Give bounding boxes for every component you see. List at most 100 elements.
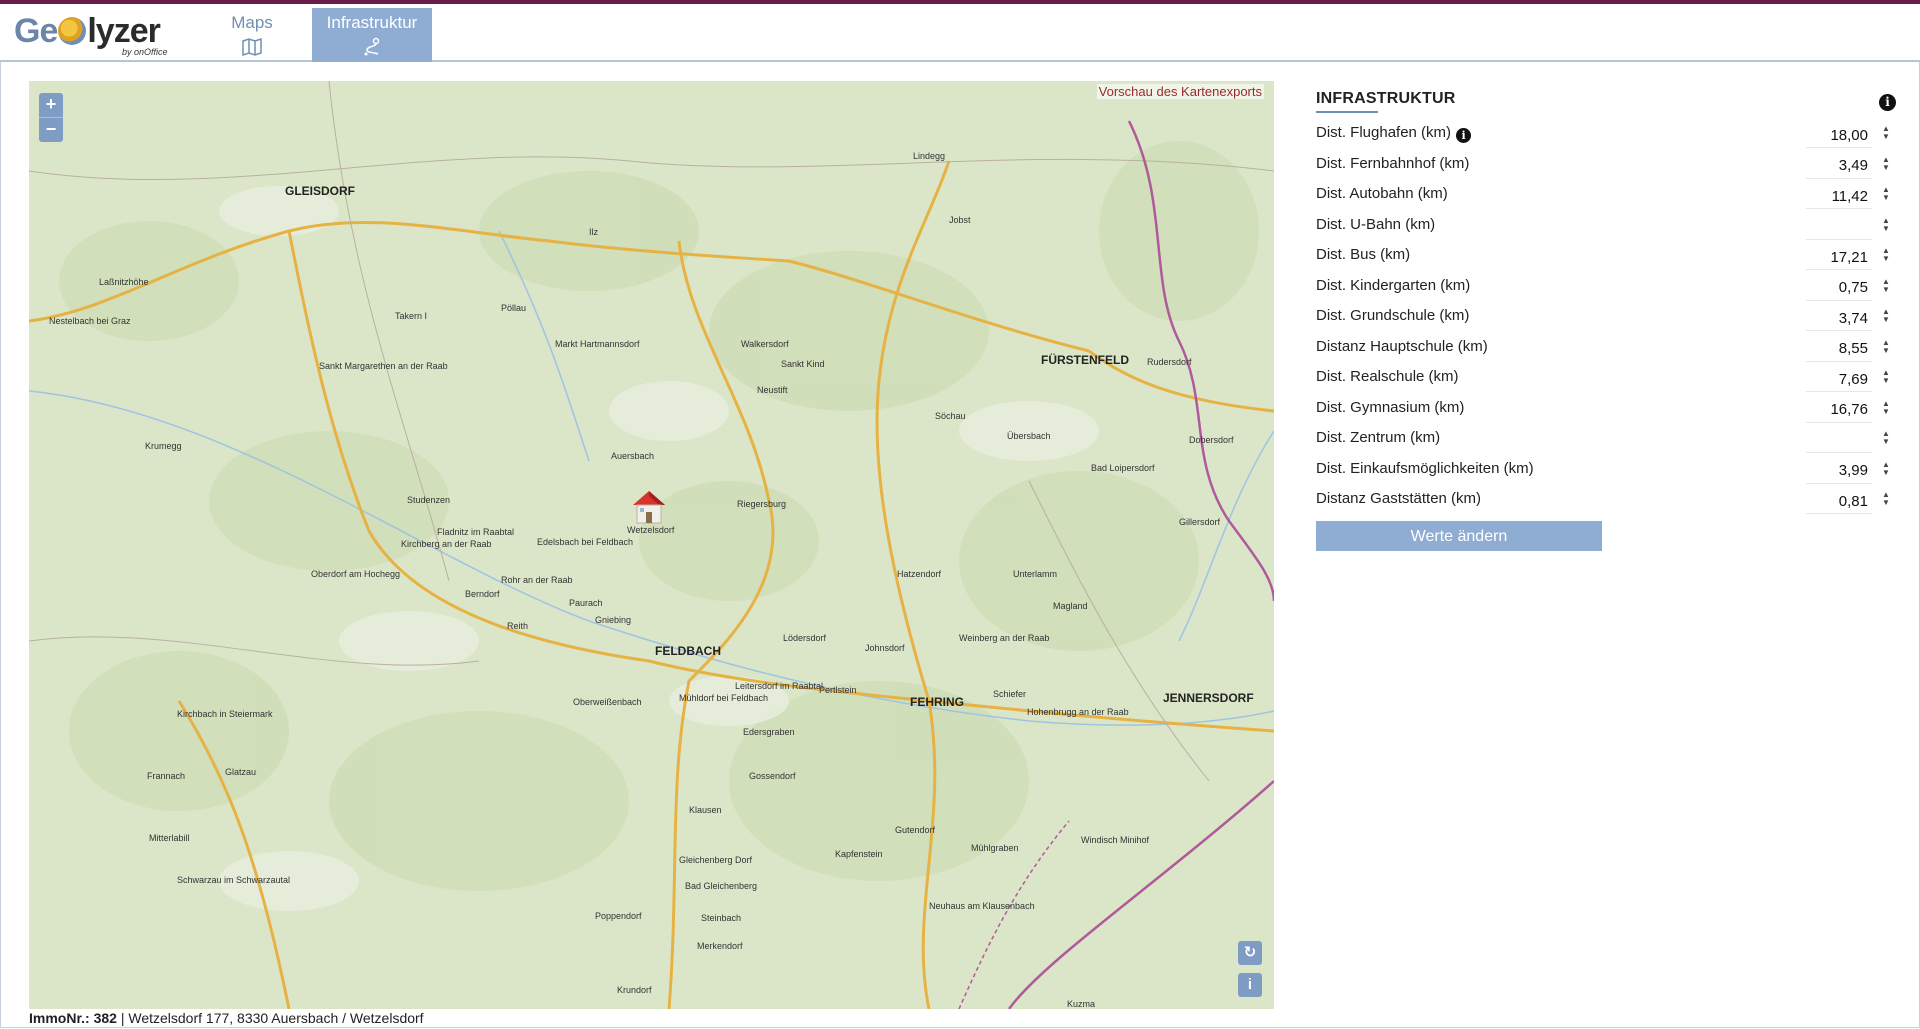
town-label: Reith	[507, 621, 529, 631]
town-label: Paurach	[569, 598, 603, 608]
distance-row: Dist. U-Bahn (km) ▲ ▼	[1316, 211, 1896, 242]
distance-row: Dist. Einkaufsmöglichkeiten (km) ▲▼	[1316, 455, 1896, 486]
town-label: Schiefer	[993, 689, 1027, 699]
town-label: Sankt Margarethen an der Raab	[319, 361, 448, 371]
distance-list: Dist. Flughafen (km)i▲▼Dist. Fernbahnhof…	[1316, 119, 1896, 516]
zoom-control: + −	[39, 93, 63, 142]
tab-maps[interactable]: Maps	[212, 8, 292, 64]
marker-label: Wetzelsdorf	[627, 525, 675, 535]
stepper-icon[interactable]: ▲ ▼	[1880, 308, 1892, 326]
town-label: Kuzma	[1067, 999, 1096, 1009]
panel-title: INFRASTRUKTUR	[1316, 90, 1456, 107]
geolyzer-logo[interactable]: Ge lyzer by onOffice	[14, 10, 184, 58]
town-label: Edelsbach bei Feldbach	[537, 537, 634, 547]
distance-input[interactable]	[1806, 489, 1872, 514]
distance-input[interactable]	[1806, 306, 1872, 331]
globe-icon	[58, 17, 87, 45]
stepper-icon[interactable]: ▲ ▼	[1880, 491, 1892, 509]
zoom-out-button[interactable]: −	[39, 117, 63, 142]
distance-input[interactable]	[1806, 397, 1872, 423]
stepper-icon[interactable]: ▲ ▼	[1880, 186, 1892, 204]
city-label: FELDBACH	[655, 644, 721, 658]
town-label: Merkendorf	[697, 941, 743, 951]
distance-input[interactable]	[1806, 184, 1872, 209]
town-label: Gillersdorf	[1179, 517, 1221, 527]
town-label: Schwarzau im Schwarzautal	[177, 875, 291, 885]
stepper-icon[interactable]: ▲ ▼	[1880, 460, 1892, 479]
town-label: Pöllau	[501, 303, 527, 313]
property-address: Wetzelsdorf 177, 8330 Auersbach / Wetzel…	[128, 1010, 424, 1026]
distance-input[interactable]	[1806, 428, 1872, 453]
distance-label-text: Dist. Grundschule (km)	[1316, 307, 1470, 324]
town-label: Leitersdorf im Raabtal	[735, 681, 824, 691]
distance-label: Distanz Hauptschule (km)	[1316, 338, 1488, 355]
distance-label-text: Dist. Autobahn (km)	[1316, 185, 1448, 202]
stepper-icon[interactable]: ▲ ▼	[1880, 155, 1892, 174]
reset-icon[interactable]: ↻	[1238, 941, 1262, 965]
export-preview-link[interactable]: Vorschau des Kartenexports	[1096, 84, 1264, 99]
town-label: Krumegg	[145, 441, 182, 451]
distance-row: Dist. Realschule (km) ▲▼	[1316, 363, 1896, 394]
distance-input[interactable]	[1806, 245, 1872, 270]
town-label: Hohenbrugg an der Raab	[1027, 707, 1129, 717]
zoom-in-button[interactable]: +	[39, 93, 63, 117]
tab-infrastruktur-label: Infrastruktur	[326, 13, 418, 32]
town-label: Gutendorf	[895, 825, 936, 835]
stepper-icon[interactable]: ▲ ▼	[1880, 216, 1892, 235]
footer-separator: |	[120, 1010, 125, 1026]
distance-label-text: Dist. Zentrum (km)	[1316, 429, 1441, 446]
stepper-icon[interactable]: ▲ ▼	[1880, 247, 1892, 265]
logo-subtitle: by onOffice	[122, 47, 168, 57]
stepper-icon[interactable]: ▲ ▼	[1880, 369, 1892, 387]
town-label: Weinberg an der Raab	[959, 633, 1050, 643]
distance-label: Dist. Flughafen (km) i	[1316, 124, 1472, 143]
stepper-icon[interactable]: ▲ ▼	[1880, 430, 1892, 448]
distance-row: Distanz Gaststätten (km) ▲▼	[1316, 485, 1896, 516]
town-label: Windisch Minihof	[1081, 835, 1150, 845]
town-label: Dobersdorf	[1189, 435, 1234, 445]
town-label: Mühlgraben	[971, 843, 1019, 853]
town-label: Bad Loipersdorf	[1091, 463, 1155, 473]
distance-input[interactable]	[1806, 275, 1872, 301]
update-values-button[interactable]: Werte ändern	[1316, 520, 1602, 551]
distance-row: Distanz Hauptschule (km) ▲▼	[1316, 333, 1896, 364]
info-icon[interactable]: i	[1456, 128, 1472, 143]
distance-label-text: Dist. Kindergarten (km)	[1316, 276, 1471, 294]
infrastruktur-panel: INFRASTRUKTUR i Dist. Flughafen (km)i▲▼D…	[1316, 90, 1896, 551]
distance-row: Dist. Flughafen (km) i ▲▼	[1316, 119, 1896, 150]
property-marker[interactable]	[629, 487, 669, 527]
map-info-icon[interactable]: i	[1238, 973, 1262, 997]
town-label: Krundorf	[617, 985, 652, 995]
distance-input[interactable]	[1806, 367, 1872, 392]
distance-label-text: Dist. Realschule (km)	[1316, 368, 1459, 385]
distance-input[interactable]	[1806, 214, 1872, 240]
town-label: Oberweißenbach	[573, 697, 642, 707]
town-label: Oberdorf am Hochegg	[311, 569, 401, 579]
distance-input[interactable]	[1806, 458, 1872, 484]
map-canvas	[29, 81, 1274, 1009]
distance-input[interactable]	[1806, 153, 1872, 179]
city-label: JENNERSDORF	[1163, 691, 1254, 705]
town-label: Nestelbach bei Graz	[49, 316, 131, 326]
distance-input[interactable]	[1806, 336, 1872, 362]
town-label: Kapfenstein	[835, 849, 883, 859]
distance-label-text: Dist. U-Bahn (km)	[1316, 215, 1436, 233]
tab-maps-label: Maps	[231, 13, 273, 32]
stepper-icon[interactable]: ▲ ▼	[1880, 277, 1892, 296]
distance-input[interactable]	[1806, 123, 1872, 148]
distance-row: Dist. Autobahn (km) ▲▼	[1316, 180, 1896, 211]
map-view[interactable]: GLEISDORF FÜRSTENFELD FELDBACH FEHRING J…	[29, 81, 1274, 1009]
distance-label: Dist. Einkaufsmöglichkeiten (km)	[1316, 460, 1534, 477]
town-label: Kirchberg an der Raab	[401, 539, 492, 549]
stepper-icon[interactable]: ▲ ▼	[1880, 338, 1892, 357]
town-label: Gniebing	[595, 615, 632, 625]
tab-infrastruktur[interactable]: Infrastruktur	[312, 8, 432, 64]
map-icon	[242, 37, 262, 57]
info-icon[interactable]: i	[1879, 94, 1896, 111]
distance-row: Dist. Fernbahnhof (km) ▲▼	[1316, 150, 1896, 181]
stepper-icon[interactable]: ▲ ▼	[1880, 125, 1892, 143]
stepper-icon[interactable]: ▲ ▼	[1880, 399, 1892, 418]
town-label: Walkersdorf	[741, 339, 789, 349]
town-label: Takern I	[395, 311, 428, 321]
distance-label-text: Distanz Gaststätten (km)	[1316, 490, 1482, 507]
